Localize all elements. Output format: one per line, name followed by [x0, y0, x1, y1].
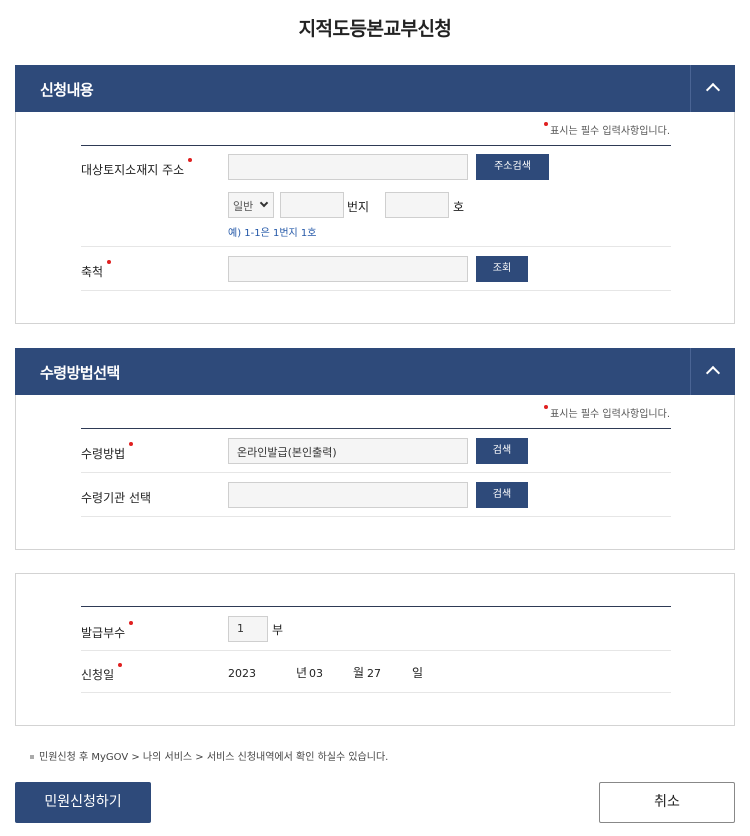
chevron-up-icon — [705, 365, 721, 381]
address-input[interactable] — [228, 154, 468, 180]
receiving-agency-input[interactable] — [228, 482, 468, 508]
application-details-title: 신청내용 — [40, 81, 94, 99]
required-dot-icon — [129, 442, 134, 446]
required-dot-icon — [118, 663, 123, 667]
month-unit: 월 — [353, 666, 365, 680]
receipt-method-title: 수령방법선택 — [40, 364, 120, 382]
ho-unit: 호 — [453, 200, 465, 214]
required-dot-icon — [129, 621, 134, 625]
row-divider — [81, 290, 671, 291]
address-label: 대상토지소재지 주소 — [81, 158, 193, 178]
submit-application-button[interactable]: 민원신청하기 — [15, 782, 151, 823]
required-note: 표시는 필수 입력사항입니다. — [544, 122, 670, 137]
day-unit: 일 — [412, 666, 424, 680]
receipt-method-input[interactable]: 온라인발급(본인출력) — [228, 438, 468, 464]
month-value: 03 — [309, 667, 323, 680]
issuance-panel: 발급부수 1 부 신청일 2023 년 03 월 27 일 — [15, 573, 735, 726]
ho-input[interactable] — [385, 192, 449, 218]
receiving-agency-search-button[interactable]: 검색 — [476, 482, 528, 508]
footnote: 민원신청 후 MyGOV > 나의 서비스 > 서비스 신청내역에서 확인 하실… — [30, 748, 388, 763]
year-value: 2023 — [228, 667, 256, 680]
receipt-method-panel: 수령방법선택 표시는 필수 입력사항입니다. 수령방법 온라인발급(본인출력) … — [15, 348, 735, 550]
application-date-label: 신청일 — [81, 663, 123, 683]
row-divider — [81, 516, 671, 517]
copies-unit: 부 — [272, 623, 284, 637]
land-type-select[interactable]: 일반 — [228, 192, 274, 218]
cancel-button[interactable]: 취소 — [599, 782, 735, 823]
receipt-method-header: 수령방법선택 — [15, 348, 735, 395]
form-top-line — [81, 145, 671, 146]
year-unit: 년 — [296, 666, 308, 680]
scale-lookup-button[interactable]: 조회 — [476, 256, 528, 282]
day-value: 27 — [367, 667, 381, 680]
application-details-header: 신청내용 — [15, 65, 735, 112]
chevron-down-icon — [259, 198, 269, 208]
chevron-up-icon — [705, 82, 721, 98]
receiving-agency-label: 수령기관 선택 — [81, 491, 152, 505]
scale-input[interactable] — [228, 256, 468, 282]
copies-input[interactable]: 1 — [228, 616, 268, 642]
application-details-panel: 신청내용 표시는 필수 입력사항입니다. 대상토지소재지 주소 주소검색 일반 … — [15, 65, 735, 324]
row-divider — [81, 472, 671, 473]
scale-label: 축척 — [81, 260, 112, 280]
form-top-line — [81, 606, 671, 607]
form-top-line — [81, 428, 671, 429]
required-dot-icon — [188, 158, 193, 162]
required-dot-icon — [544, 122, 549, 126]
row-divider — [81, 692, 671, 693]
bun-unit: 번지 — [347, 200, 370, 214]
required-dot-icon — [544, 405, 549, 409]
copies-label: 발급부수 — [81, 621, 134, 641]
row-divider — [81, 246, 671, 247]
receipt-method-search-button[interactable]: 검색 — [476, 438, 528, 464]
collapse-receipt-method-button[interactable] — [690, 348, 735, 395]
page-title: 지적도등본교부신청 — [298, 18, 452, 40]
bun-input[interactable] — [280, 192, 344, 218]
address-search-button[interactable]: 주소검색 — [476, 154, 549, 180]
receipt-method-label: 수령방법 — [81, 442, 134, 462]
collapse-application-details-button[interactable] — [690, 65, 735, 112]
lot-example-hint: 예) 1-1은 1번지 1호 — [228, 228, 317, 239]
required-dot-icon — [107, 260, 112, 264]
bullet-icon — [30, 755, 34, 759]
row-divider — [81, 650, 671, 651]
required-note: 표시는 필수 입력사항입니다. — [544, 405, 670, 420]
